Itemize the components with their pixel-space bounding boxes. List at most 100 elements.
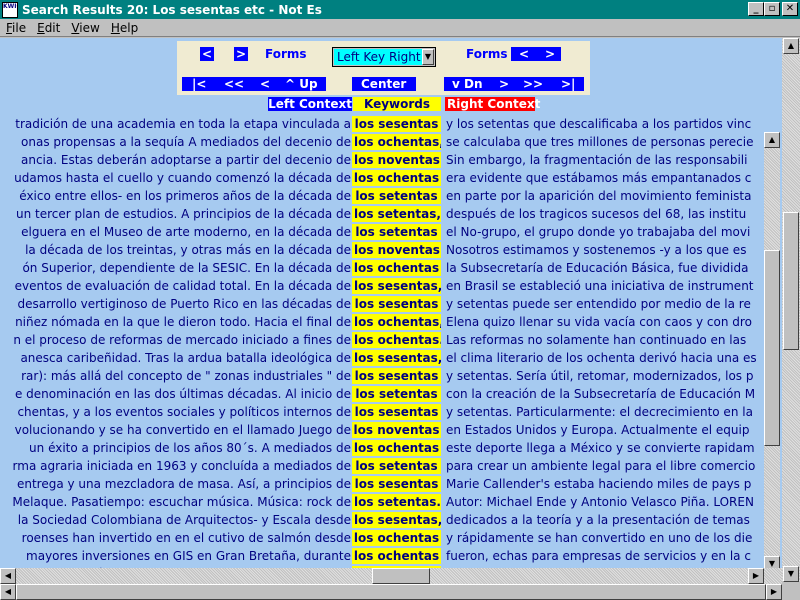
keyword-cell[interactable]: los setentas, bbox=[352, 206, 441, 222]
table-row[interactable]: Melaque. Pasatiempo: escuchar música. Mú… bbox=[0, 493, 764, 511]
keyword-cell[interactable]: los ochentas, bbox=[352, 314, 441, 330]
table-row[interactable]: e denominación en las dos últimas década… bbox=[0, 385, 764, 403]
last-page-button[interactable]: >| bbox=[561, 77, 575, 91]
keyword-cell[interactable]: los sesentas, bbox=[352, 512, 441, 528]
menu-file[interactable]: File bbox=[0, 21, 31, 35]
page-forward-button[interactable]: >> bbox=[523, 77, 543, 91]
keyword-cell[interactable]: los setentas bbox=[352, 386, 441, 402]
keyword-cell[interactable]: los noventas. bbox=[352, 242, 441, 258]
scroll-down-button[interactable]: v Dn bbox=[452, 77, 483, 91]
keyword-cell[interactable]: los ochentas bbox=[352, 260, 441, 276]
table-row[interactable]: chentas, y a los eventos sociales y polí… bbox=[0, 403, 764, 421]
window-horizontal-scrollbar[interactable]: ◀ ▶ bbox=[0, 584, 782, 600]
size-grip[interactable] bbox=[782, 582, 800, 600]
left-context-text: ancia. Estas deberán adoptarse a partir … bbox=[21, 153, 351, 167]
window-scroll-thumb[interactable] bbox=[783, 212, 799, 350]
keyword-cell[interactable]: los sesentas bbox=[352, 476, 441, 492]
left-context-cell: e denominación en las dos últimas década… bbox=[0, 385, 351, 403]
forward-button[interactable]: > bbox=[499, 77, 509, 91]
keyword-cell[interactable]: los sesentas, bbox=[352, 278, 441, 294]
keyword-cell[interactable]: los setentas. bbox=[352, 494, 441, 510]
center-button[interactable]: Center bbox=[352, 77, 416, 91]
table-row[interactable]: ón Superior, dependiente de la SESIC. En… bbox=[0, 259, 764, 277]
table-row[interactable]: la década de los treintas, y otras más e… bbox=[0, 241, 764, 259]
minimize-button[interactable]: _ bbox=[748, 2, 764, 16]
keyword-cell[interactable]: los noventas. bbox=[352, 152, 441, 168]
scroll-left-arrow-icon[interactable]: ◀ bbox=[0, 568, 16, 584]
keyword-cell[interactable]: los setentas bbox=[352, 224, 441, 240]
table-row[interactable]: un éxito a principios de los años 80´s. … bbox=[0, 439, 764, 457]
results-hscroll-thumb[interactable] bbox=[372, 568, 430, 584]
keyword-cell[interactable]: los sesentas bbox=[352, 296, 441, 312]
close-button[interactable]: ✕ bbox=[782, 2, 798, 16]
table-row[interactable]: roenses han invertido en en el cutivo de… bbox=[0, 529, 764, 547]
menu-help[interactable]: Help bbox=[105, 21, 143, 35]
keyword-cell[interactable]: los setentas bbox=[352, 188, 441, 204]
table-row[interactable]: udamos hasta el cuello y cuando comenzó … bbox=[0, 169, 764, 187]
table-row[interactable]: tradición de una academia en toda la eta… bbox=[0, 115, 764, 133]
keyword-cell[interactable]: los noventas bbox=[352, 422, 441, 438]
sort-order-select[interactable]: Left Key Right ▼ bbox=[332, 47, 436, 67]
window-scroll-up-arrow-icon[interactable]: ▲ bbox=[783, 38, 799, 54]
window-hscroll-thumb[interactable] bbox=[16, 584, 766, 600]
keyword-cell[interactable]: los ochentas bbox=[352, 548, 441, 564]
table-row[interactable]: entrega y una mezcladora de masa. Así, a… bbox=[0, 475, 764, 493]
table-row[interactable]: n el proceso de reformas de mercado inic… bbox=[0, 331, 764, 349]
maximize-button[interactable]: ▫ bbox=[764, 2, 780, 16]
left-context-text: roenses han invertido en en el cutivo de… bbox=[21, 531, 351, 545]
table-row[interactable]: onas propensas a la sequía A mediados de… bbox=[0, 133, 764, 151]
keyword-cell[interactable]: los ochentas bbox=[352, 440, 441, 456]
table-row[interactable]: éxico entre ellos- en los primeros años … bbox=[0, 187, 764, 205]
table-row[interactable]: rar): más allá del concepto de " zonas i… bbox=[0, 367, 764, 385]
keyword-cell[interactable]: los sesentas, bbox=[352, 350, 441, 366]
page-back-button[interactable]: << bbox=[224, 77, 244, 91]
scroll-up-arrow-icon[interactable]: ▲ bbox=[764, 132, 780, 148]
table-row[interactable]: un tercer plan de estudios. A principios… bbox=[0, 205, 764, 223]
table-row[interactable]: mayores inversiones en GIS en Gran Breta… bbox=[0, 547, 764, 565]
app-icon[interactable]: KWIC bbox=[2, 1, 18, 18]
left-context-text: la Sociedad Colombiana de Arquitectos- y… bbox=[17, 513, 351, 527]
keyword-cell[interactable]: los ochentas bbox=[352, 530, 441, 546]
table-row[interactable]: desarrollo vertiginoso de Puerto Rico en… bbox=[0, 295, 764, 313]
table-row[interactable]: la Sociedad Colombiana de Arquitectos- y… bbox=[0, 511, 764, 529]
right-context-header[interactable]: Right Context bbox=[445, 97, 540, 111]
window-scroll-right-arrow-icon[interactable]: ▶ bbox=[766, 584, 782, 600]
scroll-right-arrow-icon[interactable]: ▶ bbox=[748, 568, 764, 584]
table-row[interactable]: anesca caribeñidad. Tras la ardua batall… bbox=[0, 349, 764, 367]
keyword-cell[interactable]: los ochentas bbox=[352, 170, 441, 186]
right-context-cell: el clima literario de los ochenta derivó… bbox=[446, 351, 757, 365]
results-scroll-thumb[interactable] bbox=[764, 250, 780, 446]
first-page-button[interactable]: |< bbox=[192, 77, 206, 91]
scroll-up-button[interactable]: ^ Up bbox=[285, 77, 318, 91]
keyword-cell[interactable]: los sesentas bbox=[352, 368, 441, 384]
chevron-down-icon[interactable]: ▼ bbox=[422, 49, 434, 65]
forms-prev-button-right[interactable]: < bbox=[517, 47, 531, 61]
keyword-cell[interactable]: los ochentas, bbox=[352, 134, 441, 150]
table-row[interactable]: volucionando y se ha convertido en el ll… bbox=[0, 421, 764, 439]
keywords-header[interactable]: Keywords bbox=[353, 97, 441, 111]
left-context-cell: ón Superior, dependiente de la SESIC. En… bbox=[0, 259, 351, 277]
menu-view[interactable]: View bbox=[65, 21, 104, 35]
keyword-cell[interactable]: los ochentas. bbox=[352, 332, 441, 348]
right-context-cell: en parte por la aparición del movimiento… bbox=[446, 189, 752, 203]
table-row[interactable]: rma agraria iniciada en 1963 y concluída… bbox=[0, 457, 764, 475]
table-row[interactable]: ancia. Estas deberán adoptarse a partir … bbox=[0, 151, 764, 169]
keyword-cell[interactable]: los sesentas bbox=[352, 116, 441, 132]
left-context-cell: un tercer plan de estudios. A principios… bbox=[0, 205, 351, 223]
left-context-cell: Melaque. Pasatiempo: escuchar música. Mú… bbox=[0, 493, 351, 511]
back-button[interactable]: < bbox=[260, 77, 270, 91]
results-vertical-scrollbar[interactable]: ▲ ▼ bbox=[764, 132, 780, 572]
table-row[interactable]: elguera en el Museo de arte moderno, en … bbox=[0, 223, 764, 241]
keyword-cell[interactable]: los setentas bbox=[352, 458, 441, 474]
keyword-cell[interactable]: los sesentas bbox=[352, 404, 441, 420]
window-scroll-left-arrow-icon[interactable]: ◀ bbox=[0, 584, 16, 600]
table-row[interactable]: niñez nómada en la que le dieron todo. H… bbox=[0, 313, 764, 331]
forms-next-button-right[interactable]: > bbox=[543, 47, 557, 61]
window-vertical-scrollbar[interactable]: ▲ ▼ bbox=[782, 38, 800, 582]
window-scroll-down-arrow-icon[interactable]: ▼ bbox=[783, 566, 799, 582]
table-row[interactable]: eventos de evaluación de calidad total. … bbox=[0, 277, 764, 295]
menu-edit[interactable]: Edit bbox=[31, 21, 65, 35]
title-bar[interactable]: KWIC Search Results 20: Los sesentas etc… bbox=[0, 0, 800, 19]
left-context-header[interactable]: Left Context bbox=[268, 97, 352, 111]
results-horizontal-scrollbar[interactable]: ◀ ▶ bbox=[0, 568, 782, 584]
